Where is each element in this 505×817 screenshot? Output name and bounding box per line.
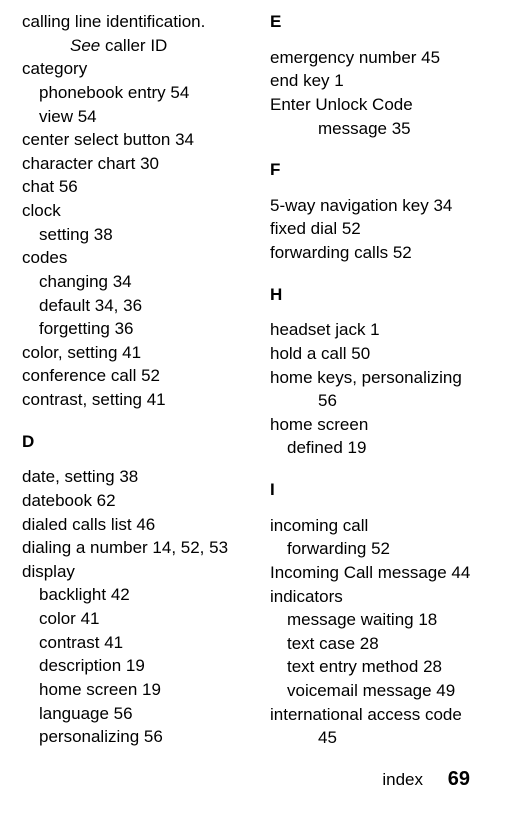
entry-character-chart: character chart 30: [22, 152, 260, 176]
page-number: 69: [448, 768, 470, 790]
left-column: calling line identification. See caller …: [0, 10, 260, 750]
footer-label: index: [382, 770, 423, 789]
entry-display: display: [22, 560, 260, 584]
entry-home-screen-defined: defined 19: [270, 436, 485, 460]
section-h: H: [270, 283, 485, 307]
entry-home-screen: home screen: [270, 413, 485, 437]
entry-clock: clock: [22, 199, 260, 223]
entry-emergency-number: emergency number 45: [270, 46, 485, 70]
entry-headset-jack: headset jack 1: [270, 318, 485, 342]
section-d: D: [22, 430, 260, 454]
section-e: E: [270, 10, 485, 34]
entry-codes: codes: [22, 246, 260, 270]
entry-dialing-a-number: dialing a number 14, 52, 53: [22, 536, 260, 560]
footer: index 69: [382, 766, 470, 794]
entry-indicators-text-entry-method: text entry method 28: [270, 655, 485, 679]
see-prefix: See: [70, 36, 100, 55]
entry-color-setting: color, setting 41: [22, 341, 260, 365]
entry-indicators-message-waiting: message waiting 18: [270, 608, 485, 632]
columns: calling line identification. See caller …: [0, 10, 505, 750]
entry-display-color: color 41: [22, 607, 260, 631]
entry-display-home-screen: home screen 19: [22, 678, 260, 702]
entry-display-description: description 19: [22, 654, 260, 678]
entry-contrast-setting: contrast, setting 41: [22, 388, 260, 412]
entry-category: category: [22, 57, 260, 81]
entry-fixed-dial: fixed dial 52: [270, 217, 485, 241]
entry-home-keys-personalizing: home keys, personalizing: [270, 366, 485, 390]
entry-home-keys-personalizing-page: 56: [270, 389, 485, 413]
entry-datebook: datebook 62: [22, 489, 260, 513]
entry-forwarding-calls: forwarding calls 52: [270, 241, 485, 265]
entry-dialed-calls-list: dialed calls list 46: [22, 513, 260, 537]
entry-enter-unlock-code-message: message 35: [270, 117, 485, 141]
entry-incoming-call-message: Incoming Call message 44: [270, 561, 485, 585]
entry-hold-a-call: hold a call 50: [270, 342, 485, 366]
entry-5way-navigation-key: 5-way navigation key 34: [270, 194, 485, 218]
entry-display-personalizing: personalizing 56: [22, 725, 260, 749]
entry-indicators-text-case: text case 28: [270, 632, 485, 656]
entry-codes-changing: changing 34: [22, 270, 260, 294]
index-page: calling line identification. See caller …: [0, 0, 505, 750]
entry-display-language: language 56: [22, 702, 260, 726]
entry-codes-forgetting: forgetting 36: [22, 317, 260, 341]
entry-international-access-code: international access code: [270, 703, 485, 727]
entry-enter-unlock-code: Enter Unlock Code: [270, 93, 485, 117]
entry-display-backlight: backlight 42: [22, 583, 260, 607]
entry-calling-line-id: calling line identification.: [22, 10, 260, 34]
entry-incoming-call-forwarding: forwarding 52: [270, 537, 485, 561]
entry-indicators: indicators: [270, 585, 485, 609]
entry-date-setting: date, setting 38: [22, 465, 260, 489]
section-f: F: [270, 158, 485, 182]
entry-incoming-call: incoming call: [270, 514, 485, 538]
entry-center-select-button: center select button 34: [22, 128, 260, 152]
entry-view: view 54: [22, 105, 260, 129]
entry-indicators-voicemail-message: voicemail message 49: [270, 679, 485, 703]
section-i: I: [270, 478, 485, 502]
entry-display-contrast: contrast 41: [22, 631, 260, 655]
right-column: E emergency number 45 end key 1 Enter Un…: [260, 10, 485, 750]
entry-international-access-code-page: 45: [270, 726, 485, 750]
entry-conference-call: conference call 52: [22, 364, 260, 388]
entry-end-key: end key 1: [270, 69, 485, 93]
entry-see-caller-id: See caller ID: [22, 34, 260, 58]
entry-clock-setting: setting 38: [22, 223, 260, 247]
see-rest: caller ID: [100, 36, 167, 55]
entry-codes-default: default 34, 36: [22, 294, 260, 318]
entry-chat: chat 56: [22, 175, 260, 199]
entry-phonebook-entry: phonebook entry 54: [22, 81, 260, 105]
